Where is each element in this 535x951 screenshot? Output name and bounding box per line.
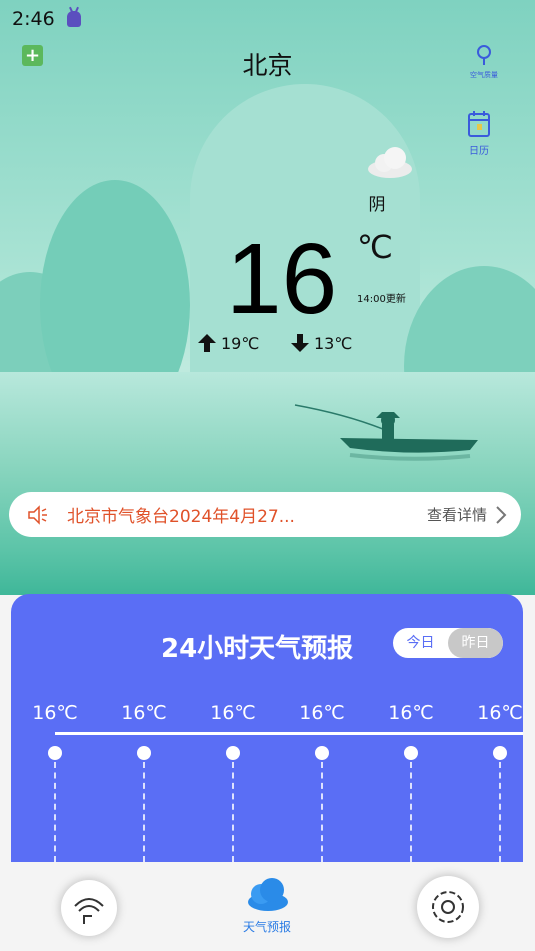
bottom-nav: 天气预报	[0, 862, 535, 951]
hour-temp-0: 16℃	[32, 702, 78, 724]
nav-weather-forecast[interactable]: 天气预报	[238, 876, 296, 935]
current-temperature: 16	[226, 223, 338, 335]
hour-dot	[315, 746, 329, 760]
gear-icon	[432, 891, 464, 923]
nav-left-button[interactable]	[61, 880, 117, 936]
temperature-line	[55, 732, 523, 735]
low-temp-value: 13℃	[314, 333, 353, 353]
view-details-link[interactable]: 查看详情	[427, 504, 487, 525]
nav-left-circle[interactable]	[61, 880, 117, 936]
hour-divider	[410, 762, 412, 862]
toggle-yesterday[interactable]: 昨日	[448, 628, 503, 658]
city-name: 北京	[242, 51, 293, 80]
calendar-icon	[468, 111, 490, 137]
forecast-title: 24小时天气预报	[161, 634, 354, 664]
update-time: 14:00更新	[357, 294, 406, 305]
nav-settings-circle[interactable]	[417, 876, 479, 938]
status-bar: 2:46	[12, 8, 81, 30]
high-temp-value: 19℃	[221, 333, 260, 353]
low-temp: 13℃	[290, 333, 352, 353]
android-icon	[66, 11, 81, 27]
hour-temp-2: 16℃	[210, 702, 256, 724]
weather-condition: 阴	[368, 195, 386, 215]
nav-weather-label: 天气预报	[242, 920, 291, 934]
calendar-button[interactable]: 日历	[464, 110, 494, 157]
hour-divider	[143, 762, 145, 862]
weather-notice-bar[interactable]: 北京市气象台2024年4月27... 查看详情	[9, 492, 521, 537]
hourly-chart: 16℃ 16℃ 16℃ 16℃ 16℃ 16℃	[11, 702, 523, 862]
hour-dot	[137, 746, 151, 760]
hour-dot	[48, 746, 62, 760]
nav-settings-button[interactable]	[417, 876, 479, 938]
chevron-right-icon[interactable]	[495, 505, 507, 525]
hour-dot	[493, 746, 507, 760]
cloud-nav-icon	[248, 878, 288, 911]
toggle-today[interactable]: 今日	[393, 628, 448, 658]
high-temp: 19℃	[197, 333, 259, 353]
arrow-up-icon	[198, 334, 216, 352]
fishing-boat-illustration	[294, 404, 478, 461]
hour-dot	[404, 746, 418, 760]
air-quality-icon	[477, 45, 491, 65]
air-quality-label: 空气质量	[470, 71, 498, 79]
air-quality-button[interactable]: 空气质量	[464, 44, 504, 80]
hour-temp-1: 16℃	[121, 702, 167, 724]
hour-divider	[499, 762, 501, 862]
hour-divider	[54, 762, 56, 862]
temperature-unit: ℃	[357, 228, 393, 266]
hour-divider	[321, 762, 323, 862]
day-toggle[interactable]: 今日 昨日	[393, 628, 503, 658]
hour-divider	[232, 762, 234, 862]
cloudy-icon	[368, 147, 412, 178]
calendar-label: 日历	[469, 146, 489, 157]
hour-temp-4: 16℃	[388, 702, 434, 724]
status-time: 2:46	[12, 8, 55, 30]
arrow-down-icon	[291, 334, 309, 352]
hour-temp-3: 16℃	[299, 702, 345, 724]
speaker-icon	[28, 504, 47, 525]
hour-temp-5: 16℃	[477, 702, 523, 724]
signal-icon	[74, 898, 104, 924]
hourly-forecast-panel: 24小时天气预报 今日 昨日 16℃ 16℃ 16℃ 16℃ 16℃ 16℃	[11, 594, 523, 862]
hour-dot	[226, 746, 240, 760]
notice-text: 北京市气象台2024年4月27...	[67, 507, 295, 527]
